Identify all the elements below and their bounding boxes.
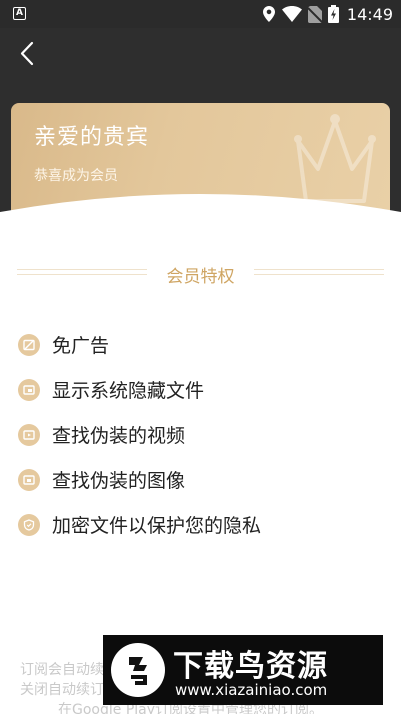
status-time: 14:49	[346, 4, 393, 24]
watermark-banner: 下载鸟资源 www.xiazainiao.com	[103, 635, 383, 705]
subscription-note-line2: 关闭自动续订	[20, 682, 104, 698]
privilege-label: 显示系统隐藏文件	[52, 380, 205, 402]
shield-icon	[18, 513, 40, 536]
back-button[interactable]	[14, 40, 42, 68]
privilege-item-encrypt: 加密文件以保护您的隐私	[18, 502, 388, 547]
subscription-note-line1: 订阅会自动续	[20, 662, 104, 678]
privilege-item-disguised-images: 查找伪装的图像	[18, 457, 388, 502]
no-sim-icon	[307, 5, 322, 23]
privileges-header: 会员特权	[0, 260, 401, 287]
privilege-label: 查找伪装的图像	[52, 470, 186, 492]
vip-title: 亲爱的贵宾	[34, 125, 150, 150]
watermark-url: www.xiazainiao.com	[175, 681, 328, 699]
image-icon	[18, 468, 40, 491]
app-a-icon: A	[13, 7, 26, 20]
status-icons: 14:49	[262, 4, 393, 24]
privilege-item-no-ads: 免广告	[18, 322, 388, 367]
watermark-title: 下载鸟资源	[173, 649, 328, 684]
privilege-label: 查找伪装的视频	[52, 425, 186, 447]
divider-right	[254, 269, 384, 275]
privilege-item-hidden-files: 显示系统隐藏文件	[18, 367, 388, 412]
privileges-list: 免广告 显示系统隐藏文件 查找伪装的视频 查找伪装的图像 加密文件以保护您的隐私	[18, 322, 388, 547]
video-icon	[18, 423, 40, 446]
battery-charging-icon	[327, 5, 339, 23]
chevron-left-icon	[20, 41, 34, 66]
curved-divider	[0, 194, 401, 240]
no-ads-icon	[18, 333, 40, 356]
wifi-icon	[281, 6, 302, 22]
folder-icon	[18, 378, 40, 401]
watermark-logo	[111, 643, 165, 697]
privilege-label: 加密文件以保护您的隐私	[52, 515, 262, 537]
privilege-item-disguised-videos: 查找伪装的视频	[18, 412, 388, 457]
privilege-label: 免广告	[52, 335, 110, 357]
status-bar: A 14:49	[0, 0, 401, 28]
location-icon	[262, 6, 275, 22]
